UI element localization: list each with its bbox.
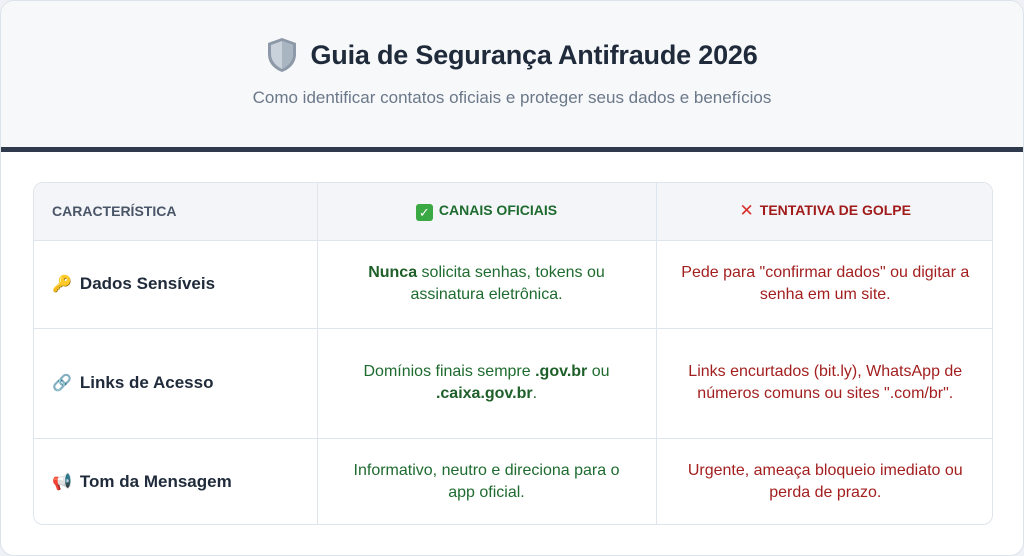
official-emphasis: Nunca (368, 264, 418, 281)
cross-mark-icon: ✕ (739, 201, 754, 221)
key-icon: 🔑 (52, 275, 72, 293)
comparison-table: CARACTERÍSTICA ✓ CANAIS OFICIAIS ✕ TENTATI… (33, 182, 993, 525)
check-mark-icon: ✓ (415, 203, 433, 221)
official-text: Domínios finais sempre (363, 363, 536, 380)
official-text: ou (587, 363, 610, 380)
link-icon: 🔗 (52, 374, 72, 392)
feature-label: Dados Sensíveis (79, 273, 216, 293)
feature-label: Links de Acesso (79, 372, 214, 392)
scam-cell: Links encurtados (bit.ly), WhatsApp de n… (656, 328, 992, 439)
table-header-row: CARACTERÍSTICA ✓ CANAIS OFICIAIS ✕ TENTATI… (34, 183, 992, 241)
megaphone-icon: 📢 (52, 473, 72, 491)
table-row: 📢 Tom da Mensagem Informativo, neutro e d… (34, 438, 992, 524)
scam-cell: Urgente, ameaça bloqueio imediato ou per… (687, 462, 963, 502)
header-divider (1, 147, 1023, 152)
official-cell: Domínios finais sempre .gov.br ou .caixa… (317, 328, 657, 439)
feature-cell: 🔑 Dados Sensíveis (34, 240, 318, 329)
official-text: . (532, 385, 538, 402)
official-cell: Informativo, neutro e direciona para o a… (317, 438, 657, 524)
official-text: solicita senhas, tokens ou assinatura el… (410, 264, 605, 303)
page-title: Guia de Segurança Antifraude 2026 (310, 39, 758, 70)
shield-icon (268, 38, 297, 72)
column-header-official-label: CANAIS OFICIAIS (438, 201, 558, 218)
scam-cell: Pede para "confirmar dados" ou digitar a… (656, 240, 992, 329)
title-row: Guia de Segurança Antifraude 2026 (1, 37, 1023, 73)
column-header-feature-label: CARACTERÍSTICA (52, 203, 177, 220)
feature-cell: 📢 Tom da Mensagem (34, 438, 318, 524)
feature-cell: 🔗 Links de Acesso (34, 328, 318, 439)
column-header-feature: CARACTERÍSTICA (34, 183, 318, 241)
page-subtitle: Como identificar contatos oficiais e pro… (252, 88, 772, 107)
official-cell: Nunca solicita senhas, tokens ou assinat… (317, 240, 657, 329)
official-domain-gov: .gov.br (535, 363, 588, 380)
official-domain-caixa: .caixa.gov.br (435, 385, 533, 402)
column-header-scam-label: TENTATIVA DE GOLPE (759, 202, 911, 219)
column-header-scam: ✕ TENTATIVA DE GOLPE (656, 183, 992, 241)
column-header-official: ✓ CANAIS OFICIAIS (317, 183, 657, 241)
guide-card: Guia de Segurança Antifraude 2026 Como i… (0, 0, 1024, 556)
feature-label: Tom da Mensagem (79, 471, 232, 491)
table-row: 🔑 Dados Sensíveis Nunca solicita senhas, … (34, 240, 992, 329)
table-row: 🔗 Links de Acesso Domínios finais sempre … (34, 328, 992, 439)
header: Guia de Segurança Antifraude 2026 Como i… (1, 1, 1023, 147)
